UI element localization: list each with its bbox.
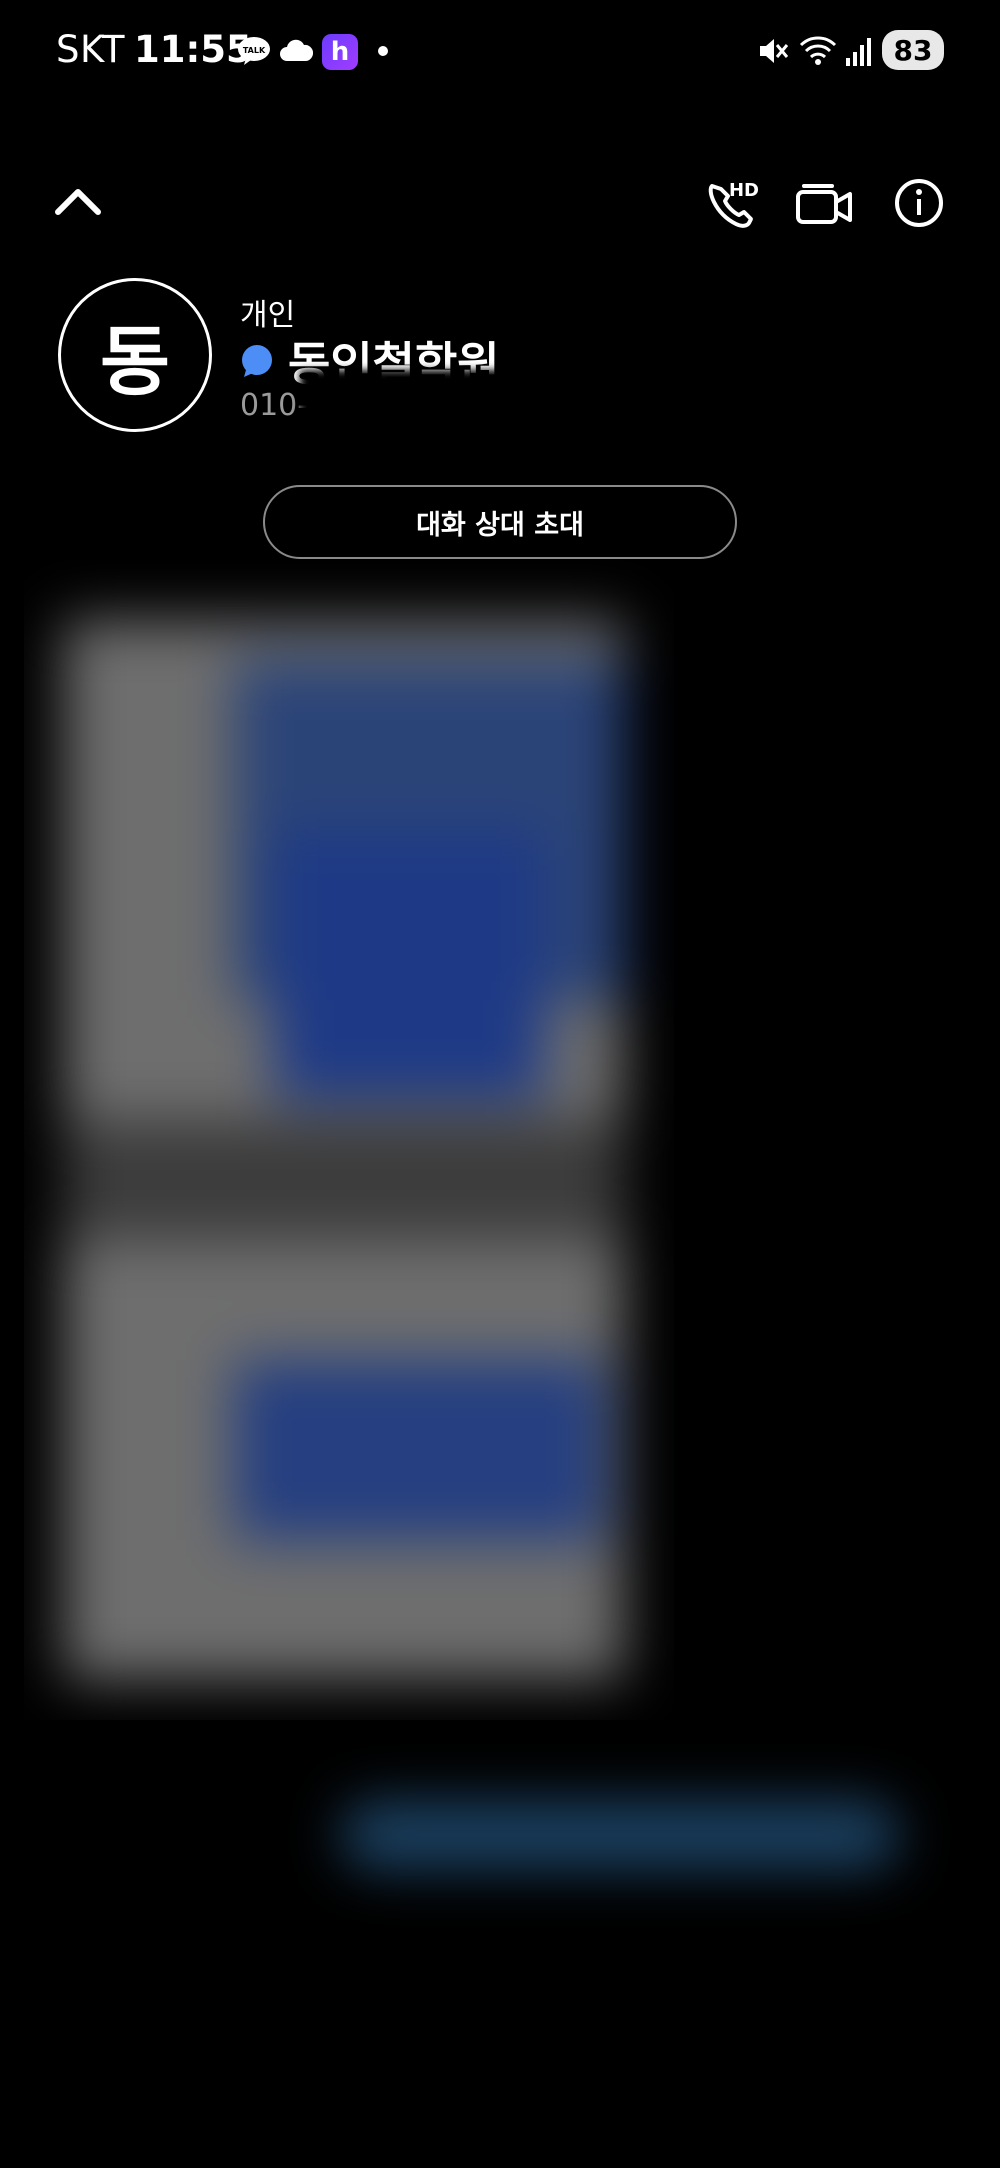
- contact-avatar[interactable]: 동: [58, 278, 212, 432]
- more-notifications-dot-icon: [374, 32, 392, 70]
- hd-call-icon: HD: [708, 180, 759, 228]
- contact-phone: 010-: [240, 388, 309, 423]
- status-bar: SKT 11:55 TALK h 83: [0, 0, 1000, 104]
- signal-icon: [844, 32, 874, 70]
- info-button[interactable]: [886, 170, 952, 236]
- video-camera-icon: [796, 184, 852, 224]
- chevron-up-icon: [55, 189, 101, 215]
- chat-header: HD: [0, 160, 1000, 240]
- cloud-icon: [278, 32, 314, 70]
- blurred-message-bubble[interactable]: [300, 1760, 940, 1910]
- collapse-button[interactable]: [48, 174, 108, 234]
- svg-text:TALK: TALK: [243, 46, 266, 55]
- invite-participants-button[interactable]: 대화 상대 초대: [263, 485, 737, 559]
- kakaotalk-icon: TALK: [236, 32, 272, 70]
- info-icon: [895, 179, 943, 227]
- video-call-button[interactable]: [792, 170, 858, 236]
- wifi-icon: [798, 32, 838, 70]
- svg-text:HD: HD: [729, 180, 759, 201]
- blurred-message-image[interactable]: [24, 560, 674, 1720]
- mute-icon: [756, 32, 790, 70]
- carrier-label: SKT: [56, 28, 125, 71]
- battery-indicator: 83: [882, 30, 944, 70]
- clock: 11:55: [134, 28, 252, 71]
- chat-bubble-icon: [242, 345, 272, 377]
- hd-voice-call-button[interactable]: HD: [700, 170, 766, 236]
- app-notification-icon: h: [322, 34, 358, 70]
- redacted-phone-number: [300, 370, 570, 456]
